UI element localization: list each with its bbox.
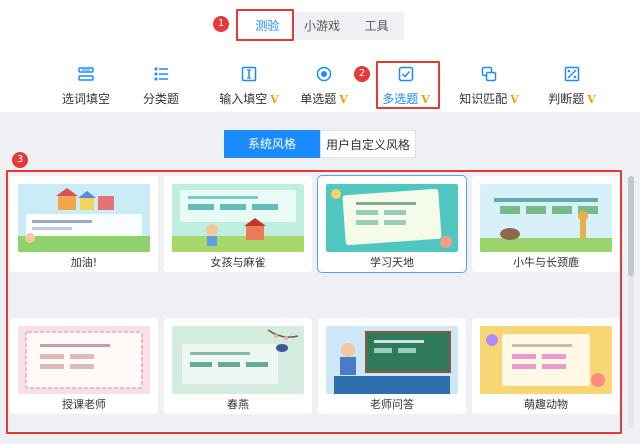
qtype-label: 多选题 V (382, 92, 430, 106)
qtype-label: 判断题 V (548, 92, 596, 106)
qtype-label: 单选题 V (300, 92, 348, 106)
qtype-label: 选词填空 (61, 92, 110, 106)
judge-icon (564, 66, 580, 82)
annotation-badge-3: 3 (12, 152, 28, 168)
template-card-spring-swallow[interactable]: 春燕 (164, 318, 312, 414)
qtype-label: 分类题 (142, 92, 179, 106)
template-thumbnail (18, 184, 150, 252)
template-card-study-world[interactable]: 学习天地 (318, 176, 466, 272)
tab-system-style[interactable]: 系统风格 (224, 130, 320, 158)
template-panel: 系统风格 用户自定义风格 3 加油! 女孩与麻雀 学习天地 小牛与长颈鹿 授课老… (0, 112, 640, 444)
annotation-badge-2: 2 (354, 66, 370, 82)
app-root: 测验 小游戏 工具 1 选词填空 分类题 输入填空 V 单选题 V 多选题 V … (0, 0, 640, 444)
template-thumbnail (326, 326, 458, 394)
template-label: 春燕 (227, 398, 249, 411)
qtype-match[interactable]: 知识匹配 V (456, 60, 522, 110)
template-card-lecturer[interactable]: 授课老师 (10, 318, 158, 414)
template-label: 老师问答 (370, 398, 414, 411)
vip-badge: V (339, 93, 348, 106)
top-tab-bar: 测验 小游戏 工具 (240, 12, 404, 40)
style-tab-bar: 系统风格 用户自定义风格 (224, 130, 416, 158)
template-label: 授课老师 (62, 398, 106, 411)
vip-badge: V (421, 93, 430, 106)
template-card-calf-giraffe[interactable]: 小牛与长颈鹿 (472, 176, 620, 272)
template-thumbnail (326, 184, 458, 252)
vip-badge: V (587, 93, 596, 106)
template-thumbnail (18, 326, 150, 394)
checkbox-icon (398, 66, 414, 82)
qtype-judge[interactable]: 判断题 V (544, 60, 600, 110)
tab-tools[interactable]: 工具 (349, 12, 404, 40)
template-label: 萌趣动物 (524, 398, 568, 411)
input-fill-icon (241, 66, 257, 82)
qtype-radio[interactable]: 单选题 V (294, 60, 354, 110)
match-icon (481, 66, 497, 82)
template-grid: 加油! 女孩与麻雀 学习天地 小牛与长颈鹿 授课老师 春燕 老师问答 萌趣动物 (6, 170, 630, 434)
vip-badge: V (510, 93, 519, 106)
qtype-label: 输入填空 V (219, 92, 279, 106)
qtype-label: 知识匹配 V (459, 92, 519, 106)
qtype-checkbox[interactable]: 多选题 V (376, 60, 436, 110)
template-thumbnail (172, 326, 304, 394)
tab-quiz[interactable]: 测验 (240, 12, 295, 40)
template-scrollbar[interactable] (628, 176, 634, 428)
vip-badge: V (270, 93, 279, 106)
question-type-bar: 选词填空 分类题 输入填空 V 单选题 V 多选题 V 知识匹配 V 判断题 V (0, 60, 640, 110)
template-label: 小牛与长颈鹿 (513, 256, 579, 269)
qtype-input-fill[interactable]: 输入填空 V (214, 60, 284, 110)
template-label: 学习天地 (370, 256, 414, 269)
qtype-word-fill[interactable]: 选词填空 (54, 60, 118, 110)
tab-custom-style[interactable]: 用户自定义风格 (320, 130, 416, 158)
scrollbar-thumb[interactable] (628, 176, 634, 276)
template-thumbnail (172, 184, 304, 252)
template-card-cute-animals[interactable]: 萌趣动物 (472, 318, 620, 414)
template-card-girl-sparrow[interactable]: 女孩与麻雀 (164, 176, 312, 272)
template-label: 女孩与麻雀 (210, 256, 266, 269)
template-card-teacher-qa[interactable]: 老师问答 (318, 318, 466, 414)
annotation-badge-1: 1 (213, 16, 229, 32)
classify-icon (154, 67, 168, 81)
template-card-cheer[interactable]: 加油! (10, 176, 158, 272)
word-fill-icon (78, 67, 94, 81)
template-thumbnail (480, 326, 612, 394)
qtype-classify[interactable]: 分类题 (136, 60, 186, 110)
template-label: 加油! (70, 256, 98, 269)
tab-minigame[interactable]: 小游戏 (295, 12, 350, 40)
radio-icon (316, 66, 332, 82)
template-thumbnail (480, 184, 612, 252)
